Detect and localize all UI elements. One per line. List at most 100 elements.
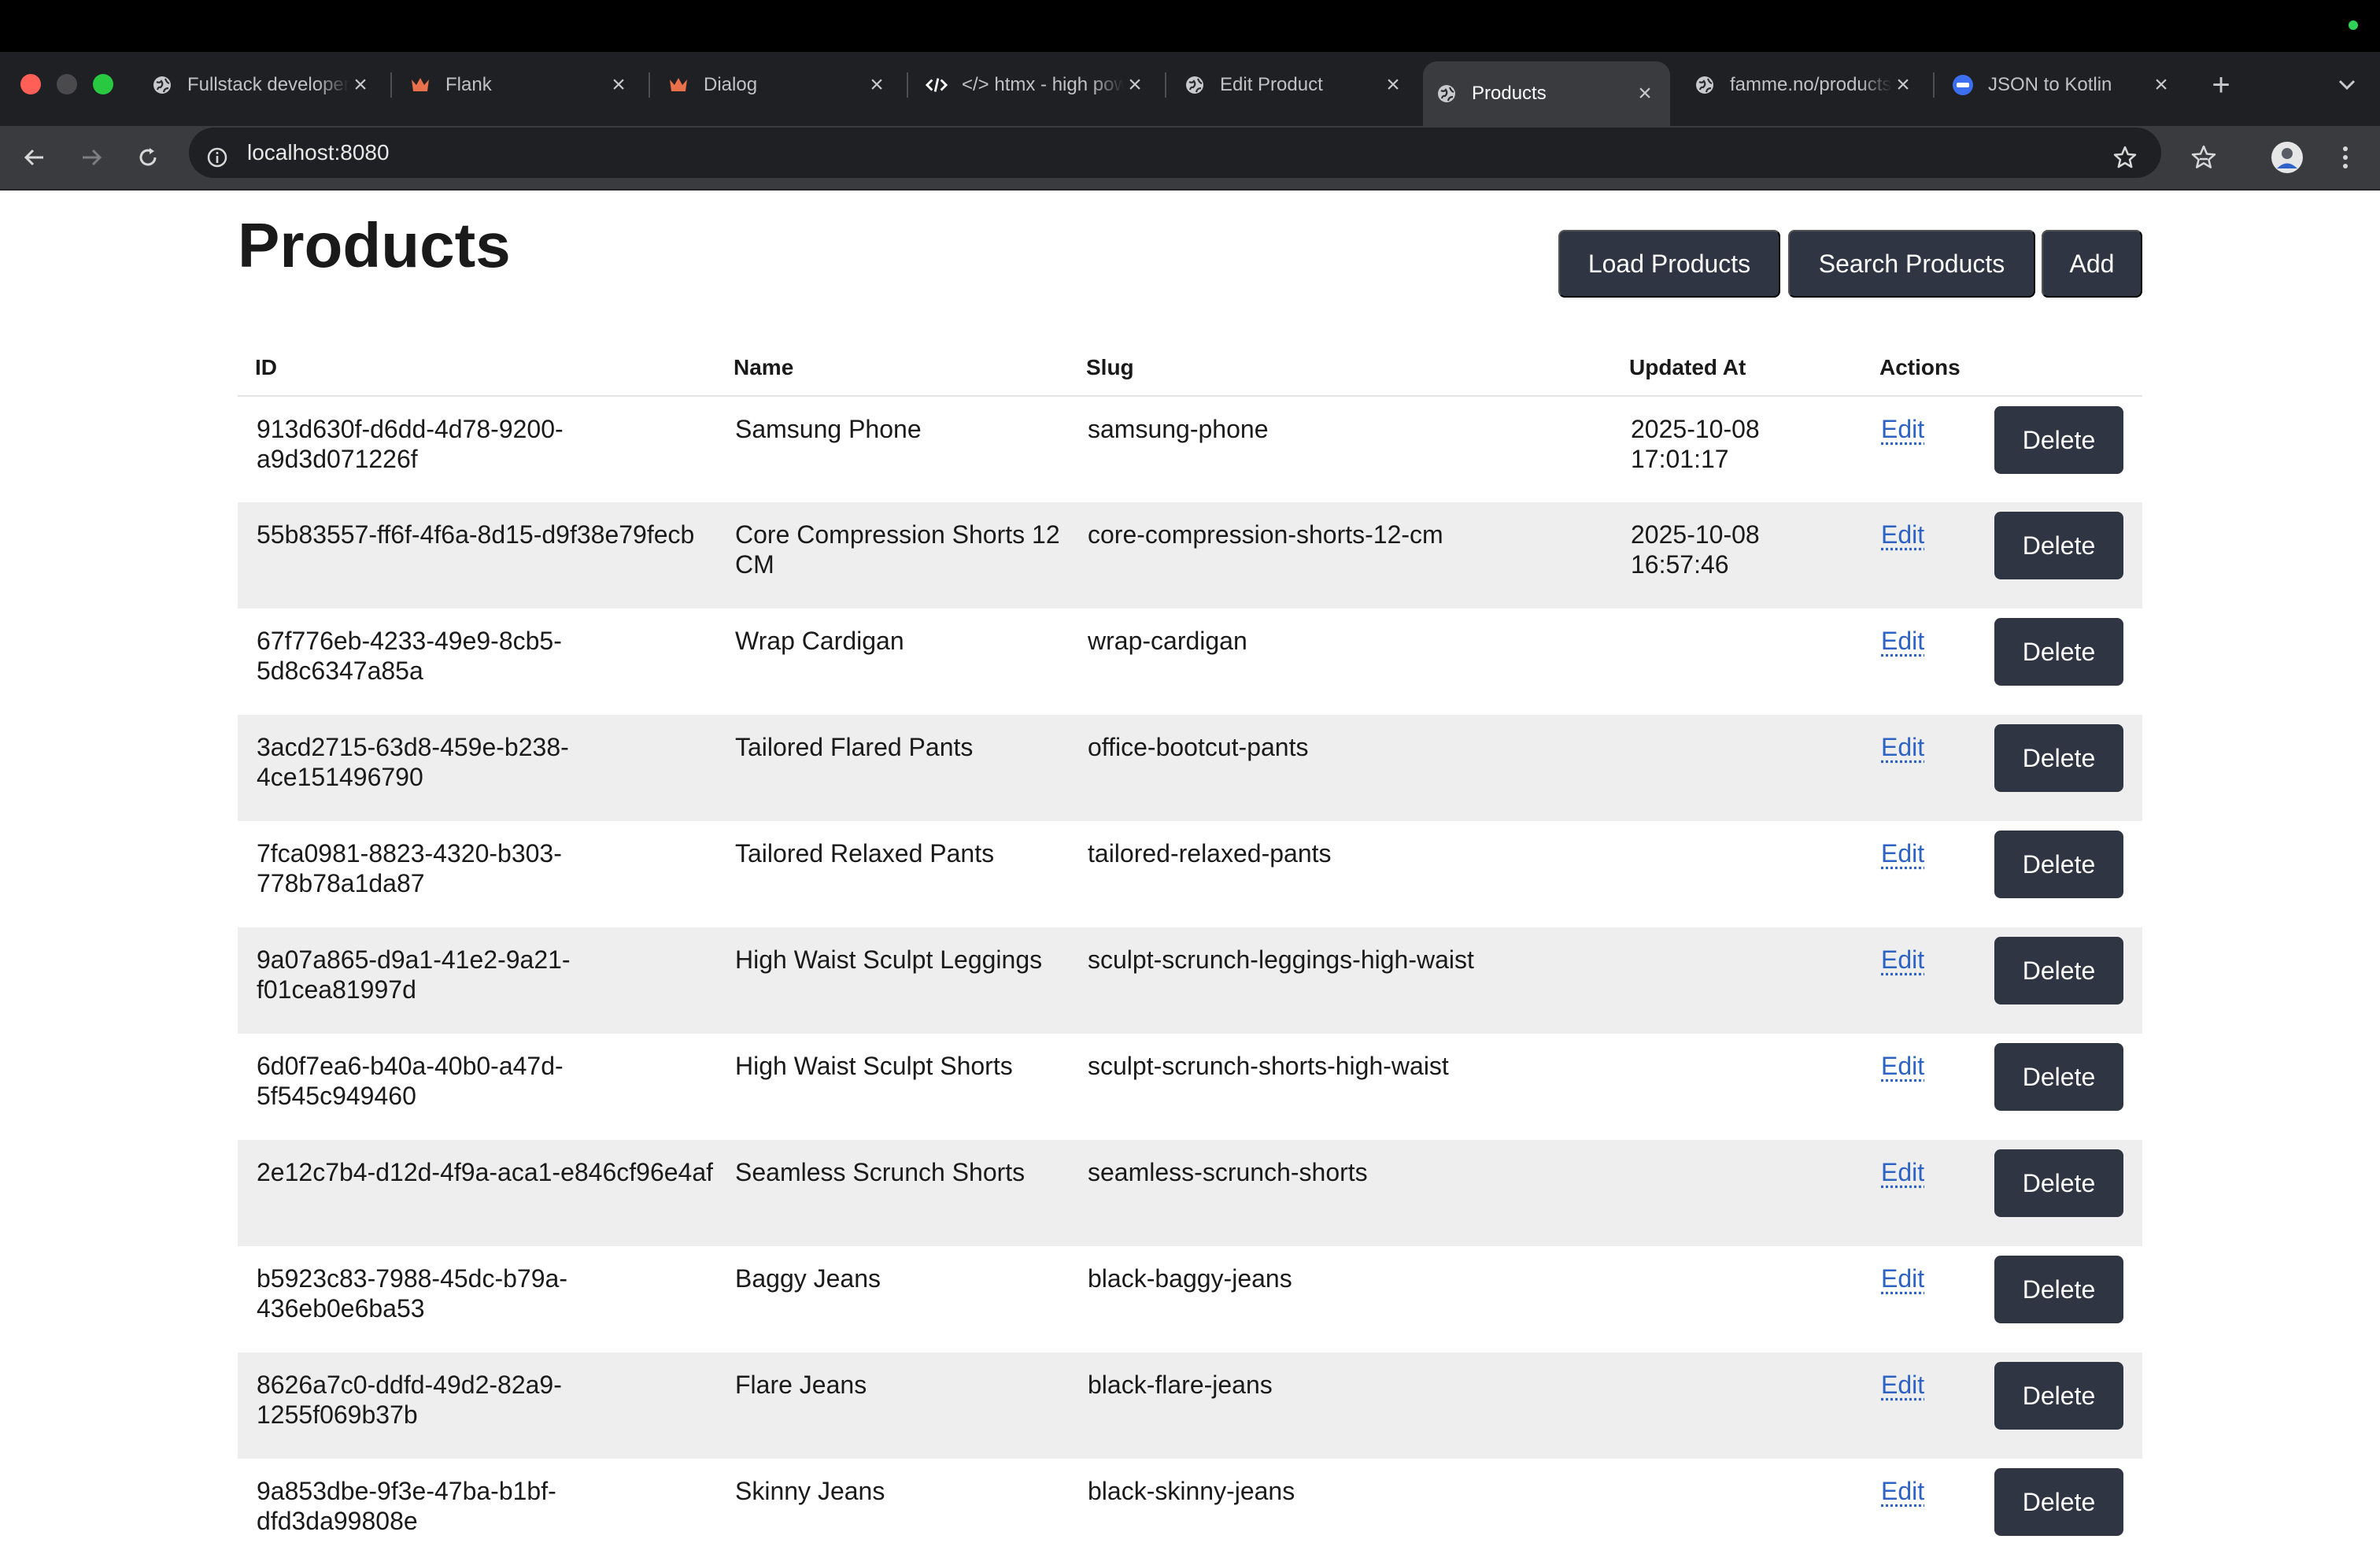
reload-button[interactable] [128,137,168,178]
edit-link[interactable]: Edit [1881,839,1924,868]
delete-button[interactable]: Delete [1994,1468,2123,1536]
tab-title: </> htmx - high power tools [962,74,1124,95]
load-products-button[interactable]: Load Products [1558,230,1780,298]
cell-edit: Edit [1862,1246,1975,1352]
cell-edit: Edit [1862,609,1975,715]
site-info-button[interactable] [197,137,238,178]
delete-button[interactable]: Delete [1994,406,2123,474]
cell-slug: core-compression-shorts-12-cm [1069,502,1612,609]
bookmark-button[interactable] [2105,137,2145,178]
close-tab-icon[interactable]: × [608,72,630,98]
cell-name: Core Compression Shorts 12 CM [716,502,1069,609]
maximize-window-button[interactable] [93,74,113,94]
table-row: 3acd2715-63d8-459e-b238-4ce151496790 Tail… [238,715,2142,821]
forward-button[interactable] [71,137,112,178]
delete-button[interactable]: Delete [1994,1043,2123,1111]
cell-delete: Delete [1975,927,2142,1034]
cell-id: 9a07a865-d9a1-41e2-9a21-f01cea81997d [238,927,716,1034]
cell-name: Seamless Scrunch Shorts [716,1140,1069,1246]
search-products-button[interactable]: Search Products [1788,230,2035,298]
cell-delete: Delete [1975,715,2142,821]
close-tab-icon[interactable]: × [1892,72,1914,98]
edit-link[interactable]: Edit [1881,415,1924,443]
cell-updated-at [1612,1246,1862,1352]
browser-menu-button[interactable] [2325,137,2366,178]
address-bar[interactable] [189,128,2161,178]
table-row: 2e12c7b4-d12d-4f9a-aca1-e846cf96e4af Seam… [238,1140,2142,1246]
tab-separator [649,72,650,98]
table-row: b5923c83-7988-45dc-b79a-436eb0e6ba53 Bagg… [238,1246,2142,1352]
new-tab-button[interactable]: + [2204,63,2238,107]
close-tab-icon[interactable]: × [866,72,888,98]
table-row: 67f776eb-4233-49e9-8cb5-5d8c6347a85a Wrap… [238,609,2142,715]
back-button[interactable] [14,137,55,178]
close-tab-icon[interactable]: × [1382,72,1404,98]
profile-button[interactable] [2267,137,2308,178]
cell-updated-at [1612,821,1862,927]
browser-tab[interactable]: Fullstack developer × [139,63,386,107]
delete-button[interactable]: Delete [1994,937,2123,1004]
cell-slug: wrap-cardigan [1088,627,1247,655]
delete-button[interactable]: Delete [1994,724,2123,792]
close-tab-icon[interactable]: × [1124,72,1146,98]
cell-updated-at [1612,609,1862,715]
browser-tab[interactable]: famme.no/products × [1681,63,1928,107]
edit-link[interactable]: Edit [1881,520,1924,549]
edit-link[interactable]: Edit [1881,1264,1924,1293]
edit-link[interactable]: Edit [1881,1477,1924,1505]
cell-id: 9a853dbe-9f3e-47ba-b1bf-dfd3da99808e [257,1477,556,1535]
tab-separator [1165,72,1166,98]
table-row: 913d630f-d6dd-4d78-9200-a9d3d071226f Sams… [238,396,2142,502]
tab-title: JSON to Kotlin [1988,74,2112,95]
cell-name: High Waist Sculpt Leggings [716,927,1069,1034]
browser-tab[interactable]: Dialog × [655,63,902,107]
edit-link[interactable]: Edit [1881,1052,1924,1080]
delete-button[interactable]: Delete [1994,1362,2123,1430]
crown-icon [667,74,689,96]
cell-delete: Delete [1975,821,2142,927]
close-window-button[interactable] [20,74,41,94]
tab-separator [1933,72,1935,98]
minimize-window-button[interactable] [57,74,77,94]
cell-id: 55b83557-ff6f-4f6a-8d15-d9f38e79fecb [238,502,716,609]
delete-button[interactable]: Delete [1994,512,2123,579]
bookmarks-button[interactable] [2183,137,2224,178]
delete-button[interactable]: Delete [1994,831,2123,898]
cell-edit: Edit [1862,396,1975,502]
close-tab-icon[interactable]: × [2150,72,2172,98]
browser-tab[interactable]: JSON to Kotlin × [1939,63,2186,107]
cell-delete: Delete [1975,609,2142,715]
globe-icon [151,74,173,96]
cell-edit: Edit [1862,1352,1975,1459]
delete-button[interactable]: Delete [1994,618,2123,686]
cell-delete: Delete [1975,1140,2142,1246]
arrow-right-icon [83,149,102,166]
cell-id: 67f776eb-4233-49e9-8cb5-5d8c6347a85a [257,627,562,685]
edit-link[interactable]: Edit [1881,1158,1924,1186]
tab-title: Dialog [704,74,758,95]
cell-updated-at [1612,1352,1862,1459]
cell-id: b5923c83-7988-45dc-b79a-436eb0e6ba53 [257,1264,567,1323]
edit-link[interactable]: Edit [1881,1371,1924,1399]
delete-button[interactable]: Delete [1994,1256,2123,1323]
close-tab-icon[interactable]: × [349,72,371,98]
browser-tab[interactable]: Flank × [397,63,644,107]
close-tab-icon[interactable]: × [1634,80,1656,107]
tab-title: Flank [445,74,492,95]
cell-updated-at [1612,715,1862,821]
delete-button[interactable]: Delete [1994,1149,2123,1217]
url-text[interactable]: localhost:8080 [247,137,390,168]
browser-tab[interactable]: Products × [1423,61,1670,126]
add-button[interactable]: Add [2042,230,2142,298]
tab-title: Edit Product [1220,74,1323,95]
browser-tab[interactable]: Edit Product × [1171,63,1418,107]
tab-search-button[interactable] [2330,68,2364,102]
browser-tab[interactable]: </> htmx - high power tools× [913,63,1160,107]
star-icon [2113,146,2137,168]
table-row: 8626a7c0-ddfd-49d2-82a9-1255f069b37b Flar… [238,1352,2142,1459]
edit-link[interactable]: Edit [1881,627,1924,655]
code-icon [926,74,948,96]
edit-link[interactable]: Edit [1881,945,1924,974]
cell-delete: Delete [1975,1034,2142,1140]
edit-link[interactable]: Edit [1881,733,1924,761]
